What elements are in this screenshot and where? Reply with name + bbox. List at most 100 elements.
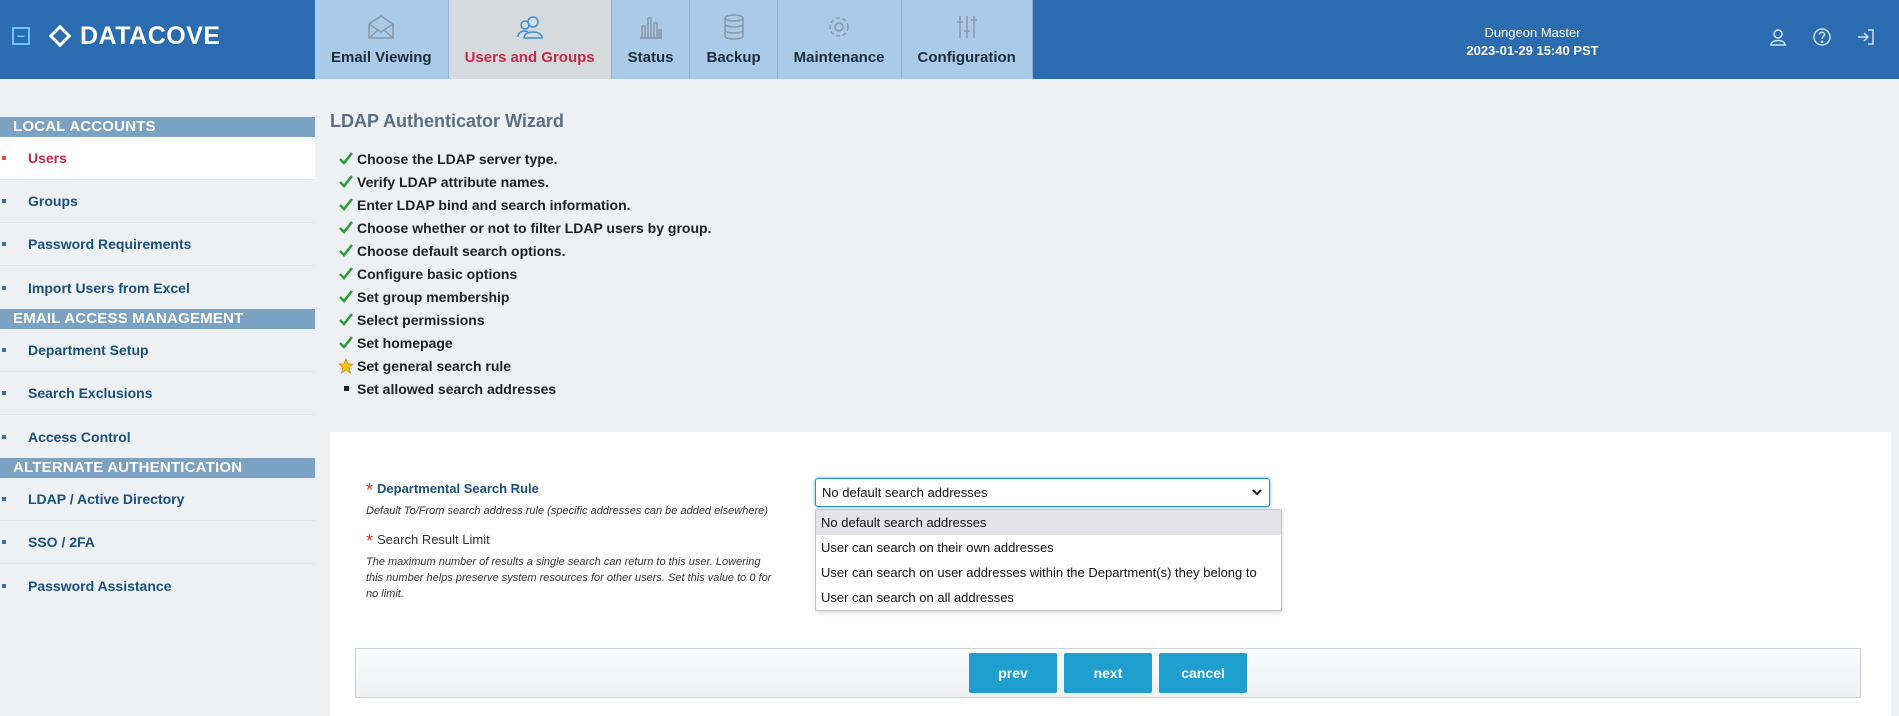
step-label: Set homepage xyxy=(357,334,453,351)
sliders-icon xyxy=(951,12,983,42)
chevron-down-icon xyxy=(1252,489,1262,496)
dropdown-option[interactable]: User can search on all addresses xyxy=(816,585,1281,610)
sidebar-item-search-exclusions[interactable]: Search Exclusions xyxy=(0,372,315,415)
search-result-limit-desc: The maximum number of results a single s… xyxy=(366,556,772,600)
search-result-limit-row: * Search Result Limit The maximum number … xyxy=(366,531,771,602)
database-icon xyxy=(718,12,750,42)
wizard-step: Choose the LDAP server type. xyxy=(337,147,1890,170)
user-info: Dungeon Master 2023-01-29 15:40 PST xyxy=(1430,24,1635,60)
tab-label: Status xyxy=(627,49,674,66)
dept-search-rule-dropdown: No default search addresses User can sea… xyxy=(815,509,1282,611)
step-label: Configure basic options xyxy=(357,265,518,282)
step-label: Set group membership xyxy=(357,288,510,305)
wizard-steps: Choose the LDAP server type. Verify LDAP… xyxy=(337,147,1890,400)
sidebar-item-department-setup[interactable]: Department Setup xyxy=(0,329,315,372)
brand-logo[interactable]: DATACOVE xyxy=(48,21,221,51)
tab-backup[interactable]: Backup xyxy=(690,0,778,79)
wizard-step: Choose default search options. xyxy=(337,239,1890,262)
sidebar-item-import-users[interactable]: Import Users from Excel xyxy=(0,266,315,309)
sidebar-item-users[interactable]: Users xyxy=(0,137,315,180)
sidebar: LOCAL ACCOUNTS Users Groups Password Req… xyxy=(0,117,315,607)
tab-maintenance[interactable]: Maintenance xyxy=(777,0,902,79)
help-icon[interactable] xyxy=(1811,26,1833,48)
wizard-content: LDAP Authenticator Wizard Choose the LDA… xyxy=(330,111,1890,400)
checkmark-icon xyxy=(337,311,355,329)
tab-label: Backup xyxy=(706,49,761,66)
brand-name: DATACOVE xyxy=(80,21,221,50)
tab-users-and-groups[interactable]: Users and Groups xyxy=(448,0,612,79)
step-label: Select permissions xyxy=(357,311,485,328)
sidebar-item-access-control[interactable]: Access Control xyxy=(0,415,315,458)
current-datetime: 2023-01-29 15:40 PST xyxy=(1466,43,1599,58)
bar-chart-icon xyxy=(635,12,667,42)
required-asterisk-icon: * xyxy=(366,531,374,551)
logout-icon[interactable] xyxy=(1855,26,1877,48)
wizard-step: Select permissions xyxy=(337,308,1890,331)
diamond-logo-icon xyxy=(48,24,72,48)
user-name: Dungeon Master xyxy=(1484,25,1581,40)
star-icon xyxy=(337,357,355,375)
step-label: Set general search rule xyxy=(357,357,512,374)
wizard-step: Enter LDAP bind and search information. xyxy=(337,193,1890,216)
next-button[interactable]: next xyxy=(1064,653,1152,693)
step-label: Enter LDAP bind and search information. xyxy=(357,196,631,213)
step-label: Choose whether or not to filter LDAP use… xyxy=(357,219,712,236)
dept-search-rule-select[interactable]: No default search addresses xyxy=(815,478,1270,507)
wizard-step: Verify LDAP attribute names. xyxy=(337,170,1890,193)
sidebar-section-local-accounts: LOCAL ACCOUNTS xyxy=(0,117,315,137)
tab-configuration[interactable]: Configuration xyxy=(901,0,1033,79)
sidebar-item-password-assistance[interactable]: Password Assistance xyxy=(0,564,315,607)
step-label: Choose default search options. xyxy=(357,242,566,259)
prev-button[interactable]: prev xyxy=(969,653,1057,693)
selected-value: No default search addresses xyxy=(822,485,988,500)
sidebar-section-alternate-auth: ALTERNATE AUTHENTICATION xyxy=(0,458,315,478)
checkmark-icon xyxy=(337,265,355,283)
dropdown-option[interactable]: User can search on user addresses within… xyxy=(816,560,1281,585)
wizard-step-current: Set general search rule xyxy=(337,354,1890,377)
main-nav-tabs: Email Viewing Users and Groups Status Ba… xyxy=(315,0,1033,79)
sidebar-item-groups[interactable]: Groups xyxy=(0,180,315,223)
tab-label: Maintenance xyxy=(793,49,885,66)
envelope-icon xyxy=(365,12,397,42)
sidebar-item-sso-2fa[interactable]: SSO / 2FA xyxy=(0,521,315,564)
checkmark-icon xyxy=(337,288,355,306)
sidebar-item-ldap[interactable]: LDAP / Active Directory xyxy=(0,478,315,521)
dropdown-option[interactable]: User can search on their own addresses xyxy=(816,535,1281,560)
gear-icon xyxy=(823,12,855,42)
dept-search-rule-desc: Default To/From search address rule (spe… xyxy=(366,505,768,517)
wizard-step-pending: Set allowed search addresses xyxy=(337,377,1890,400)
tab-label: Users and Groups xyxy=(464,49,595,66)
sidebar-section-email-access: EMAIL ACCESS MANAGEMENT xyxy=(0,309,315,329)
tab-status[interactable]: Status xyxy=(611,0,691,79)
header-actions xyxy=(1767,26,1899,48)
cancel-button[interactable]: cancel xyxy=(1159,653,1247,693)
user-icon[interactable] xyxy=(1767,26,1789,48)
checkmark-icon xyxy=(337,242,355,260)
dept-search-rule-row: * Departmental Search Rule Default To/Fro… xyxy=(366,480,768,519)
users-icon xyxy=(514,12,546,42)
top-bar: − DATACOVE Email Viewing Users and Group… xyxy=(0,0,1899,79)
checkmark-icon xyxy=(337,219,355,237)
bullet-icon xyxy=(337,380,355,398)
step-label: Set allowed search addresses xyxy=(357,380,557,397)
collapse-sidebar-icon[interactable]: − xyxy=(12,27,30,45)
checkmark-icon xyxy=(337,196,355,214)
page-title: LDAP Authenticator Wizard xyxy=(330,111,564,131)
tab-email-viewing[interactable]: Email Viewing xyxy=(315,0,449,79)
wizard-step: Configure basic options xyxy=(337,262,1890,285)
wizard-button-bar: prev next cancel xyxy=(355,648,1861,698)
required-asterisk-icon: * xyxy=(366,480,374,500)
dept-search-rule-label: Departmental Search Rule xyxy=(377,481,539,496)
tab-label: Email Viewing xyxy=(331,49,432,66)
checkmark-icon xyxy=(337,173,355,191)
wizard-step: Choose whether or not to filter LDAP use… xyxy=(337,216,1890,239)
sidebar-item-password-requirements[interactable]: Password Requirements xyxy=(0,223,315,266)
wizard-step: Set group membership xyxy=(337,285,1890,308)
checkmark-icon xyxy=(337,334,355,352)
wizard-step: Set homepage xyxy=(337,331,1890,354)
step-label: Verify LDAP attribute names. xyxy=(357,173,549,190)
tab-label: Configuration xyxy=(917,49,1016,66)
step-label: Choose the LDAP server type. xyxy=(357,150,558,167)
wizard-form-panel: * Departmental Search Rule Default To/Fro… xyxy=(330,432,1891,716)
dropdown-option[interactable]: No default search addresses xyxy=(816,510,1281,535)
